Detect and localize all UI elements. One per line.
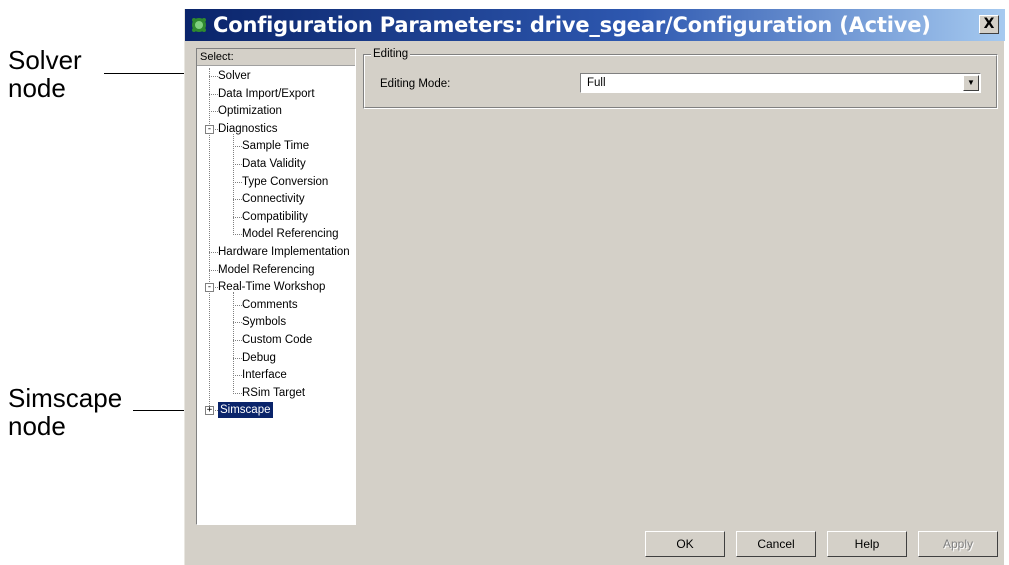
tree-branch-connector — [233, 322, 242, 324]
tree-branch-connector — [233, 216, 242, 218]
tree-child-connector — [233, 292, 234, 394]
editing-mode-select[interactable]: Full ▼ — [580, 73, 981, 93]
solver-callout-line2: node — [8, 73, 66, 103]
tree-branch-connector — [233, 392, 242, 394]
tree-branch-connector — [233, 234, 242, 236]
tree-branch-connector — [209, 269, 218, 271]
tree-item-hardware-implementation[interactable]: Hardware Implementation — [218, 244, 350, 260]
tree-item-custom-code[interactable]: Custom Code — [242, 332, 312, 348]
tree-header: Select: — [197, 49, 355, 66]
tree-item-data-validity[interactable]: Data Validity — [242, 156, 306, 172]
tree-item-real-time-workshop[interactable]: Real-Time Workshop — [218, 279, 325, 295]
tree-item-comments[interactable]: Comments — [242, 297, 298, 313]
tree-branch-connector — [209, 111, 218, 113]
tree-item-solver[interactable]: Solver — [218, 68, 251, 84]
tree-branch-connector — [233, 357, 242, 359]
tree-item-diagnostics[interactable]: Diagnostics — [218, 121, 277, 137]
tree-branch-connector — [209, 93, 218, 95]
title-bar[interactable]: Configuration Parameters: drive_sgear/Co… — [185, 9, 1005, 41]
tree-item-symbols[interactable]: Symbols — [242, 314, 286, 330]
collapse-icon[interactable]: - — [205, 283, 214, 293]
solver-callout: Solver node — [8, 46, 82, 102]
apply-button[interactable]: Apply — [918, 531, 998, 557]
tree-pane[interactable]: Select: Solver Data Import/Export Optimiza… — [196, 48, 356, 525]
tree-branch-connector — [233, 146, 242, 148]
close-button[interactable]: X — [979, 15, 999, 34]
simscape-callout: Simscape node — [8, 384, 122, 440]
solver-callout-line1: Solver — [8, 45, 82, 75]
tree-item-model-referencing[interactable]: Model Referencing — [218, 262, 315, 278]
tree-item-compatibility[interactable]: Compatibility — [242, 209, 308, 225]
tree-branch-connector — [233, 199, 242, 201]
tree-item-sample-time[interactable]: Sample Time — [242, 138, 309, 154]
tree-child-connector — [233, 133, 234, 236]
cancel-button[interactable]: Cancel — [736, 531, 816, 557]
tree-item-debug[interactable]: Debug — [242, 350, 276, 366]
tree-branch-connector — [233, 304, 242, 306]
tree-branch-connector — [209, 252, 218, 253]
tree-branch-connector — [233, 181, 242, 183]
dropdown-arrow-icon[interactable]: ▼ — [963, 75, 979, 91]
editing-mode-value: Full — [587, 77, 606, 89]
tree-item-type-conversion[interactable]: Type Conversion — [242, 174, 328, 190]
ok-button[interactable]: OK — [645, 531, 725, 557]
editing-mode-label: Editing Mode: — [380, 78, 451, 90]
simulink-icon — [192, 18, 206, 32]
tree-item-simscape[interactable]: Simscape — [218, 402, 273, 419]
tree-item-data-import-export[interactable]: Data Import/Export — [218, 86, 315, 102]
tree-item-connectivity[interactable]: Connectivity — [242, 191, 305, 207]
tree-branch-connector — [233, 340, 242, 341]
simscape-callout-line2: node — [8, 411, 66, 441]
tree-item-rsim-target[interactable]: RSim Target — [242, 385, 305, 401]
tree-item-optimization[interactable]: Optimization — [218, 103, 282, 119]
collapse-icon[interactable]: - — [205, 124, 214, 134]
editing-group-label: Editing — [371, 46, 411, 62]
tree-root-connector — [209, 68, 210, 411]
close-icon: X — [983, 16, 995, 32]
tree-branch-connector — [233, 164, 242, 165]
configuration-parameters-dialog: Configuration Parameters: drive_sgear/Co… — [184, 9, 1005, 565]
expand-icon[interactable]: + — [205, 406, 214, 416]
tree-branch-connector — [233, 375, 242, 377]
tree-item-interface[interactable]: Interface — [242, 367, 287, 383]
tree-branch-connector — [209, 76, 218, 77]
tree-item-model-referencing[interactable]: Model Referencing — [242, 226, 339, 242]
simscape-callout-line1: Simscape — [8, 383, 123, 413]
dialog-title: Configuration Parameters: drive_sgear/Co… — [213, 13, 931, 37]
help-button[interactable]: Help — [827, 531, 907, 557]
